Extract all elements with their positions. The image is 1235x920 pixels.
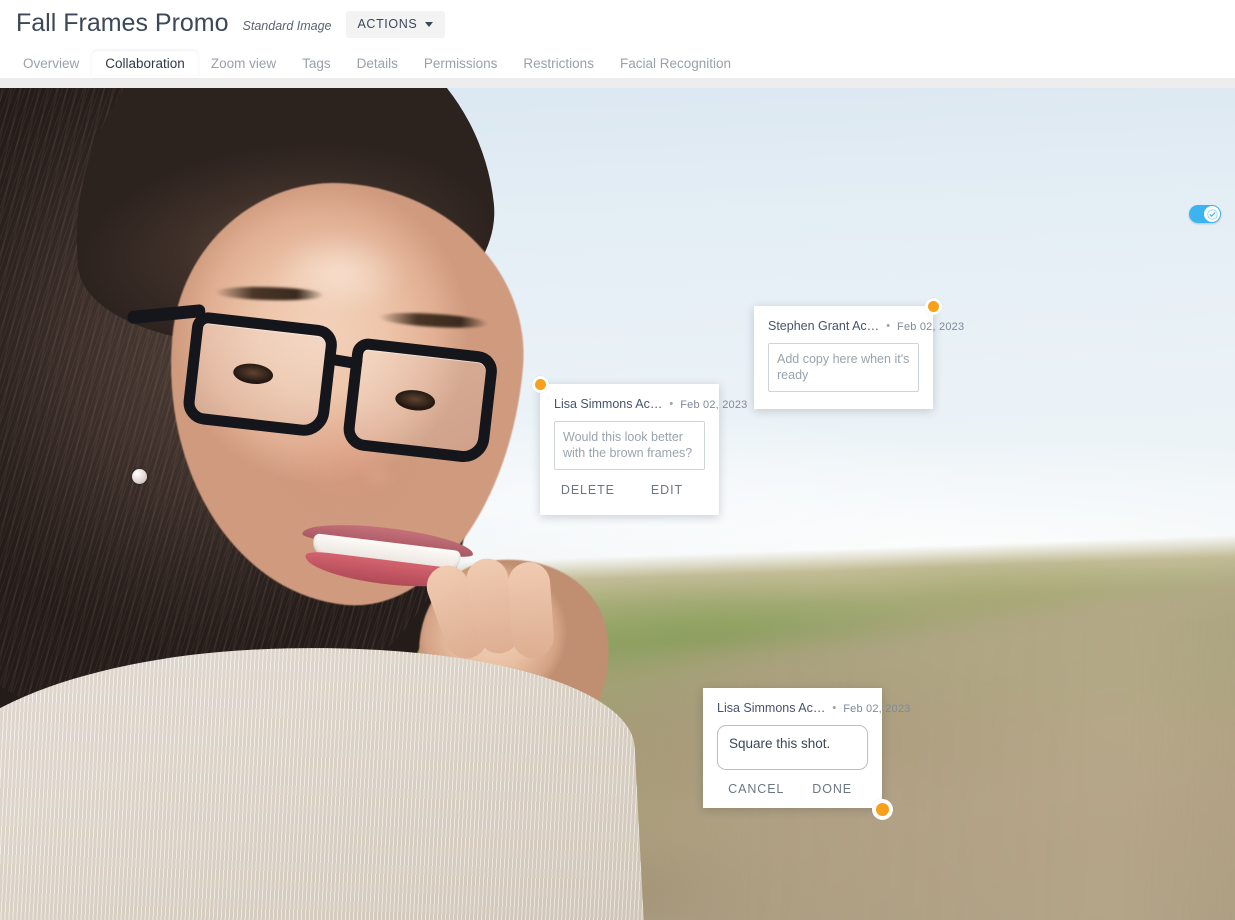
comment-author: Lisa Simmons Ac…	[717, 701, 826, 715]
annotation-pin[interactable]	[532, 376, 549, 393]
tab-overview[interactable]: Overview	[10, 51, 92, 78]
actions-button[interactable]: ACTIONS	[345, 10, 446, 38]
header-divider-band	[0, 78, 1235, 88]
comment-card: Stephen Grant Ac… • Feb 02, 2023 Add cop…	[754, 306, 964, 409]
tab-collaboration[interactable]: Collaboration	[92, 51, 198, 78]
comment-header: Lisa Simmons Ac… • Feb 02, 2023	[703, 688, 910, 716]
tab-permissions[interactable]: Permissions	[411, 51, 511, 78]
edit-button[interactable]: EDIT	[651, 483, 683, 497]
comment-header: Lisa Simmons Ac… • Feb 02, 2023	[540, 384, 747, 412]
comment-separator: •	[669, 398, 674, 410]
check-icon	[1206, 208, 1218, 220]
subject-forehead-highlight	[250, 218, 430, 328]
toggle-knob	[1204, 206, 1220, 222]
actions-button-label: ACTIONS	[357, 17, 418, 31]
subject-finger	[506, 560, 556, 660]
comment-header: Stephen Grant Ac… • Feb 02, 2023	[754, 306, 964, 334]
tab-zoom-view[interactable]: Zoom view	[198, 51, 289, 78]
comment-author: Stephen Grant Ac…	[768, 319, 880, 333]
done-button[interactable]: DONE	[812, 782, 852, 796]
page-title: Fall Frames Promo	[16, 9, 229, 37]
comment-edit-input[interactable]: Square this shot.	[717, 725, 868, 770]
tab-tags[interactable]: Tags	[289, 51, 344, 78]
comment-text-field[interactable]: Add copy here when it's ready	[768, 343, 919, 392]
comment-date: Feb 02, 2023	[843, 703, 911, 715]
tab-restrictions[interactable]: Restrictions	[510, 51, 607, 78]
page-header: Fall Frames Promo Standard Image ACTIONS…	[0, 0, 1235, 78]
annotation-pin-active[interactable]	[872, 799, 893, 820]
comment-separator: •	[886, 320, 891, 332]
annotations-toggle[interactable]	[1189, 205, 1221, 223]
comment-actions: CANCEL DONE	[703, 770, 882, 809]
asset-type-label: Standard Image	[242, 19, 332, 33]
tab-details[interactable]: Details	[344, 51, 411, 78]
comment-card-editing: Lisa Simmons Ac… • Feb 02, 2023 Square t…	[703, 688, 910, 809]
chevron-down-icon	[425, 21, 434, 27]
tab-bar: Overview Collaboration Zoom view Tags De…	[0, 51, 744, 78]
comment-actions: DELETE EDIT	[540, 470, 719, 510]
tab-facial-recognition[interactable]: Facial Recognition	[607, 51, 744, 78]
photo-subject	[0, 88, 651, 920]
cancel-button[interactable]: CANCEL	[728, 782, 784, 796]
subject-earring	[132, 469, 147, 484]
comment-date: Feb 02, 2023	[897, 321, 965, 333]
comment-text-field[interactable]: Would this look better with the brown fr…	[554, 421, 705, 470]
image-stage: Lisa Simmons Ac… • Feb 02, 2023 Would th…	[0, 88, 1235, 920]
comment-date: Feb 02, 2023	[680, 399, 748, 411]
comment-author: Lisa Simmons Ac…	[554, 397, 663, 411]
annotation-pin[interactable]	[925, 298, 942, 315]
comment-card: Lisa Simmons Ac… • Feb 02, 2023 Would th…	[540, 384, 747, 515]
asset-collaboration-page: Fall Frames Promo Standard Image ACTIONS…	[0, 0, 1235, 920]
delete-button[interactable]: DELETE	[561, 483, 615, 497]
subject-nose	[352, 454, 418, 508]
comment-separator: •	[832, 702, 837, 714]
title-row: Fall Frames Promo Standard Image ACTIONS	[16, 8, 446, 38]
